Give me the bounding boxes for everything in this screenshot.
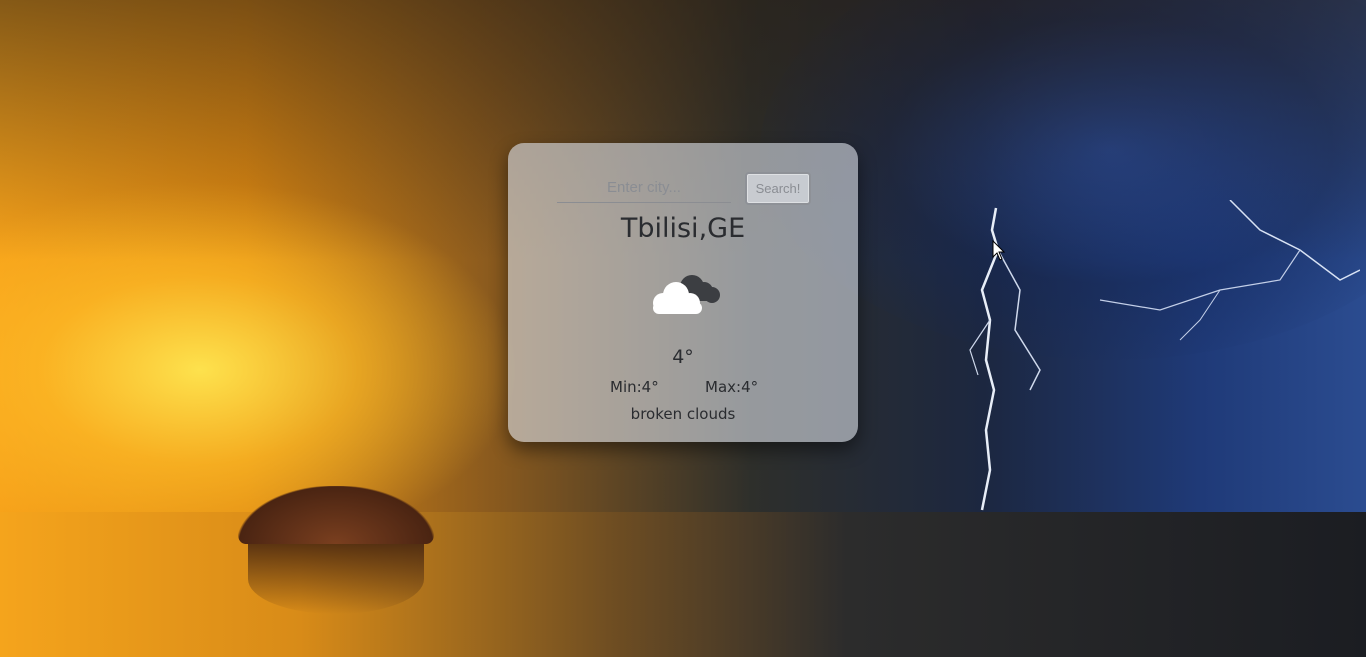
city-name: Tbilisi,GE [620, 213, 746, 244]
max-temperature: Max:4° [705, 378, 759, 396]
lightning-bolt [969, 200, 1360, 511]
broken-clouds-icon [653, 275, 720, 314]
search-bar: Search! [508, 171, 858, 207]
search-button[interactable]: Search! [745, 172, 811, 205]
city-search-input[interactable] [557, 173, 731, 203]
min-temperature: Min:4° [610, 378, 659, 396]
sea [0, 512, 1366, 657]
weather-description: broken clouds [630, 405, 736, 423]
weather-card: Search! Tbilisi,GE 4° Min:4° Max:4° brok… [508, 143, 858, 442]
mouse-cursor-icon [992, 240, 1006, 261]
current-temperature: 4° [672, 346, 694, 368]
island-reflection [248, 544, 424, 614]
